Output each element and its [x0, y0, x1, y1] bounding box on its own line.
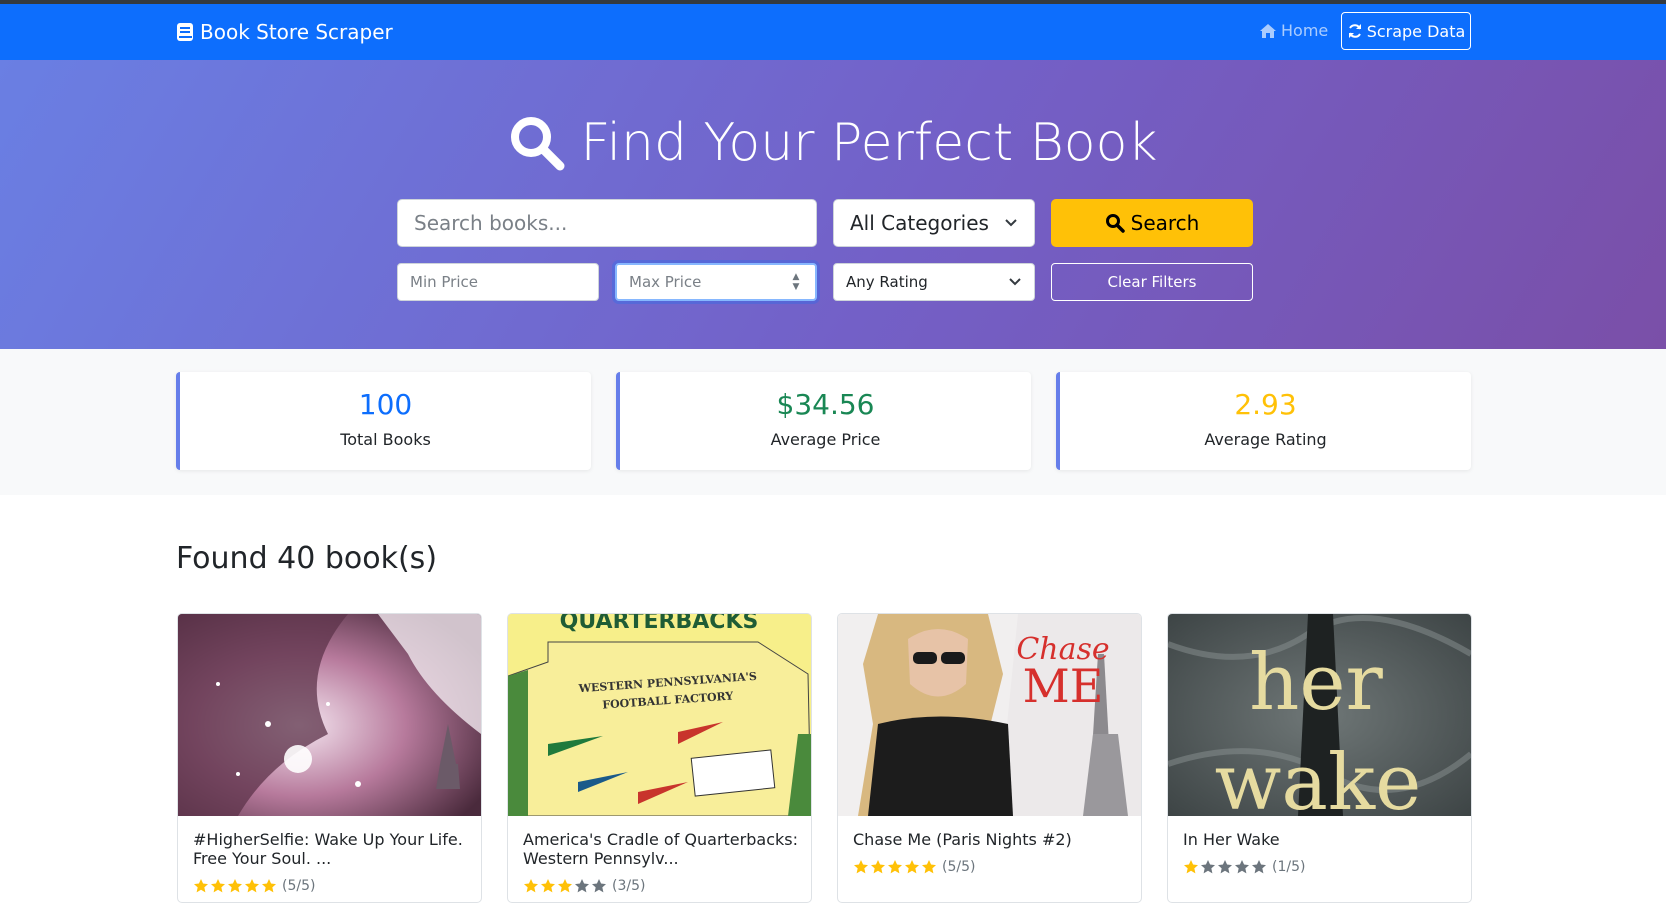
star-filled-icon	[245, 879, 259, 893]
search-icon	[511, 117, 565, 171]
cover-text: her	[1249, 638, 1383, 728]
star-empty-icon	[1218, 860, 1232, 874]
results-heading: Found 40 book(s)	[176, 541, 438, 576]
nav-home-label: Home	[1281, 21, 1329, 40]
rating-text: (5/5)	[282, 878, 316, 894]
home-icon	[1260, 23, 1276, 38]
brand-label: Book Store Scraper	[200, 20, 393, 44]
book-rating: (5/5)	[193, 878, 315, 894]
star-filled-icon	[905, 860, 919, 874]
star-filled-icon	[262, 879, 276, 893]
rating-select[interactable]: Any Rating	[833, 263, 1035, 301]
cover-text: wake	[1215, 738, 1422, 816]
stat-card-average-price: $34.56 Average Price	[616, 372, 1031, 470]
rating-stars	[523, 878, 608, 894]
brand[interactable]: Book Store Scraper	[176, 19, 393, 45]
book-cover-image[interactable]: Chase ME	[838, 614, 1141, 816]
average-rating-label: Average Rating	[1204, 430, 1327, 449]
star-filled-icon	[194, 879, 208, 893]
scrape-data-button[interactable]: Scrape Data	[1341, 12, 1471, 50]
book-rating: (3/5)	[523, 878, 645, 894]
star-empty-icon	[592, 879, 606, 893]
average-rating-value: 2.93	[1234, 388, 1297, 421]
nav-home-link[interactable]: Home	[1259, 21, 1328, 40]
rating-stars	[193, 878, 278, 894]
star-filled-icon	[1184, 860, 1198, 874]
book-cover-image[interactable]: her wake	[1168, 614, 1471, 816]
search-icon	[1105, 214, 1125, 233]
navbar: Book Store Scraper Home Scrape Data	[0, 4, 1666, 60]
chevron-down-icon	[1009, 278, 1021, 286]
total-books-label: Total Books	[340, 430, 431, 449]
rating-text: (3/5)	[612, 878, 646, 894]
star-filled-icon	[541, 879, 555, 893]
hero-title: Find Your Perfect Book	[0, 108, 1666, 178]
search-button[interactable]: Search	[1051, 199, 1253, 247]
cover-text: QUARTERBACKS	[560, 614, 759, 634]
search-input[interactable]	[397, 199, 817, 247]
book-card[interactable]: her wake In Her Wake (1/5)	[1167, 613, 1472, 903]
book-cover-image[interactable]	[178, 614, 481, 816]
hero-title-text: Find Your Perfect Book	[580, 113, 1158, 173]
star-empty-icon	[575, 879, 589, 893]
rating-stars	[1183, 859, 1268, 875]
stats-section: 100 Total Books $34.56 Average Price 2.9…	[0, 349, 1666, 495]
star-filled-icon	[854, 860, 868, 874]
average-price-label: Average Price	[770, 430, 881, 449]
book-cover-image[interactable]: QUARTERBACKS WESTERN PENNSYLVANIA'S FOOT…	[508, 614, 811, 816]
category-select-value: All Categories	[850, 211, 989, 235]
star-empty-icon	[1201, 860, 1215, 874]
stat-card-total-books: 100 Total Books	[176, 372, 591, 470]
clear-filters-button[interactable]: Clear Filters	[1051, 263, 1253, 301]
book-title[interactable]: Chase Me (Paris Nights #2)	[853, 830, 1128, 849]
hero-section: Find Your Perfect Book All Categories Se…	[0, 60, 1666, 349]
book-card[interactable]: #HigherSelfie: Wake Up Your Life. Free Y…	[177, 613, 482, 903]
total-books-value: 100	[358, 388, 413, 421]
rating-text: (5/5)	[942, 859, 976, 875]
book-card[interactable]: QUARTERBACKS WESTERN PENNSYLVANIA'S FOOT…	[507, 613, 812, 903]
book-icon	[177, 23, 193, 41]
average-price-value: $34.56	[776, 388, 875, 421]
cover-text: ME	[1023, 659, 1104, 713]
spinner-up-icon[interactable]: ▲	[793, 272, 800, 282]
search-button-label: Search	[1130, 211, 1200, 235]
max-price-input[interactable]	[615, 263, 817, 301]
clear-filters-label: Clear Filters	[1107, 273, 1197, 291]
min-price-input[interactable]	[397, 263, 599, 301]
book-rating: (5/5)	[853, 859, 975, 875]
star-filled-icon	[888, 860, 902, 874]
book-rating: (1/5)	[1183, 859, 1305, 875]
spinner-down-icon[interactable]: ▼	[793, 282, 800, 292]
rating-text: (1/5)	[1272, 859, 1306, 875]
scrape-data-label: Scrape Data	[1366, 21, 1466, 41]
category-select[interactable]: All Categories	[833, 199, 1035, 247]
book-title[interactable]: America's Cradle of Quarterbacks: Wester…	[523, 830, 798, 868]
chevron-down-icon	[1005, 219, 1017, 227]
star-filled-icon	[558, 879, 572, 893]
rating-stars	[853, 859, 938, 875]
star-filled-icon	[211, 879, 225, 893]
refresh-icon	[1348, 24, 1361, 38]
stat-card-average-rating: 2.93 Average Rating	[1056, 372, 1471, 470]
number-spinner[interactable]: ▲ ▼	[789, 270, 803, 294]
star-filled-icon	[922, 860, 936, 874]
star-empty-icon	[1235, 860, 1249, 874]
star-empty-icon	[1252, 860, 1266, 874]
rating-select-value: Any Rating	[846, 273, 928, 291]
star-filled-icon	[228, 879, 242, 893]
book-title[interactable]: #HigherSelfie: Wake Up Your Life. Free Y…	[193, 830, 468, 868]
star-filled-icon	[524, 879, 538, 893]
book-card[interactable]: Chase ME Chase Me (Paris Nights #2) (5/5…	[837, 613, 1142, 903]
star-filled-icon	[871, 860, 885, 874]
book-title[interactable]: In Her Wake	[1183, 830, 1458, 849]
